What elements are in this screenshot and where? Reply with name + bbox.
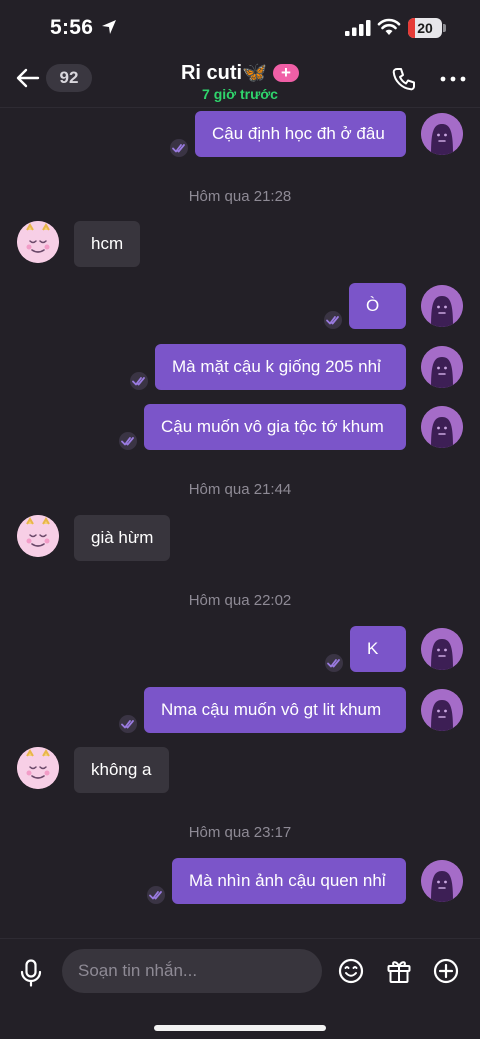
location-arrow-icon (102, 20, 116, 34)
last-seen-status: 7 giờ trước (202, 86, 278, 102)
chat-header: 92 Ri cuti🦋 + 7 giờ trước (0, 56, 480, 108)
composer-bar (0, 938, 480, 1039)
sent-message-bubble[interactable]: K (350, 626, 406, 672)
sent-message-bubble[interactable]: Mà mặt cậu k giống 205 nhỉ (155, 344, 406, 390)
status-time: 5:56 (50, 16, 94, 39)
wifi-icon (377, 18, 401, 35)
received-message-bubble[interactable]: không a (74, 747, 169, 793)
sent-message-bubble[interactable]: Nma cậu muốn vô gt lit khum (144, 687, 406, 733)
received-message-bubble[interactable]: già hừm (74, 515, 171, 561)
message-list[interactable]: Cậu định học đh ở đâu Hôm qua 21:28 hcm Ò Mà… (0, 108, 480, 938)
emoji-icon[interactable] (338, 958, 364, 984)
received-message-bubble[interactable]: hcm (74, 221, 141, 267)
sent-message-bubble[interactable]: Ò (349, 283, 406, 329)
phone-icon[interactable] (391, 66, 417, 92)
add-circle-icon[interactable] (433, 958, 459, 984)
contact-title[interactable]: Ri cuti🦋 + (150, 60, 330, 85)
my-avatar[interactable] (421, 406, 463, 448)
date-separator: Hôm qua 21:28 (188, 188, 292, 205)
seen-check-icon (119, 715, 137, 733)
my-avatar[interactable] (421, 860, 463, 902)
arrow-left-icon[interactable] (14, 64, 42, 92)
seen-check-icon (119, 432, 137, 450)
plus-badge: + (273, 63, 299, 82)
more-dots-icon[interactable] (440, 68, 466, 90)
status-bar: 5:56 20 (0, 0, 480, 56)
date-separator: Hôm qua 21:44 (188, 481, 292, 498)
sent-message-bubble[interactable]: Cậu muốn vô gia tộc tớ khum (144, 404, 406, 450)
contact-avatar[interactable] (17, 747, 59, 789)
my-avatar[interactable] (421, 628, 463, 670)
sent-message-bubble[interactable]: Cậu định học đh ở đâu (195, 111, 406, 157)
contact-name[interactable]: Ri cuti🦋 (181, 60, 267, 85)
seen-check-icon (130, 372, 148, 390)
gift-icon[interactable] (386, 958, 412, 984)
contact-avatar[interactable] (17, 515, 59, 557)
sent-message-bubble[interactable]: Mà nhìn ảnh cậu quen nhỉ (172, 858, 406, 904)
seen-check-icon (147, 886, 165, 904)
microphone-icon[interactable] (19, 959, 43, 987)
my-avatar[interactable] (421, 285, 463, 327)
home-indicator (154, 1025, 326, 1031)
seen-check-icon (324, 311, 342, 329)
message-input[interactable] (62, 949, 322, 993)
seen-check-icon (170, 139, 188, 157)
unread-count-badge[interactable]: 92 (46, 64, 92, 92)
my-avatar[interactable] (421, 346, 463, 388)
seen-check-icon (325, 654, 343, 672)
battery-icon: 20 (408, 18, 442, 38)
date-separator: Hôm qua 23:17 (188, 824, 292, 841)
contact-avatar[interactable] (17, 221, 59, 263)
date-separator: Hôm qua 22:02 (188, 592, 292, 609)
battery-nub (443, 24, 446, 32)
my-avatar[interactable] (421, 689, 463, 731)
my-avatar[interactable] (421, 113, 463, 155)
signal-icon (345, 20, 371, 36)
battery-level: 20 (417, 20, 433, 36)
